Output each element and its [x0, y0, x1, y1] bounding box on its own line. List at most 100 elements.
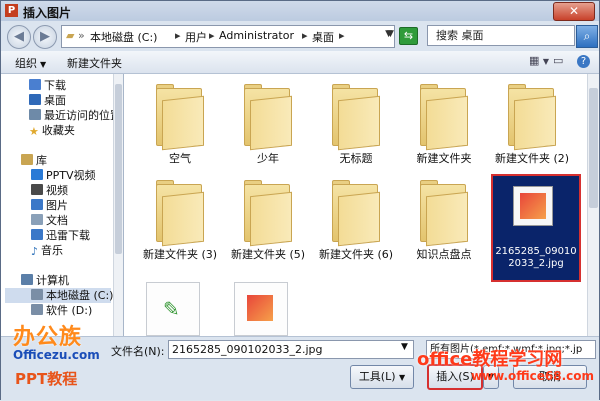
refresh-button[interactable]: ⇆ — [399, 27, 418, 45]
title-bar: P 插入图片 ✕ — [1, 1, 599, 21]
tools-button[interactable]: 工具(L) ▼ — [350, 365, 414, 389]
file-list-scrollbar[interactable] — [587, 74, 599, 336]
forward-arrow-icon: ▶ — [40, 29, 50, 44]
tools-label: 工具(L) — [358, 370, 396, 383]
office68-watermark-url: www.office68.com — [471, 369, 595, 383]
sidebar-item-downloads[interactable]: 下载 — [29, 78, 66, 93]
close-button[interactable]: ✕ — [553, 2, 595, 21]
folder-item[interactable]: 少年 — [232, 80, 304, 166]
sidebar-item-label: 下载 — [44, 79, 66, 92]
search-icon: ⌕ — [583, 29, 591, 43]
insert-picture-dialog: P 插入图片 ✕ ◀ ▶ ▰ » 本地磁盘 (C:) ▸ 用户 ▸ Admini… — [0, 0, 600, 400]
sidebar-item-label: 库 — [36, 154, 47, 167]
history-dropdown-icon[interactable]: ▼ — [387, 29, 394, 39]
sidebar-item-libraries[interactable]: 库 — [21, 153, 47, 168]
folder-icon-front — [338, 191, 380, 247]
watermark-url: Officezu.com — [13, 348, 100, 362]
back-button[interactable]: ◀ — [7, 25, 31, 49]
sidebar-scroll-thumb[interactable] — [115, 84, 122, 254]
pictures-icon — [31, 199, 43, 210]
thunder-download-icon — [31, 229, 43, 240]
file-item[interactable]: ✎ — [146, 282, 200, 336]
favorites-star-icon: ★ — [29, 125, 39, 138]
folder-item[interactable]: 新建文件夹 — [408, 80, 480, 166]
sidebar-item-label: 收藏夹 — [41, 124, 75, 137]
sidebar-item-label: 视频 — [46, 184, 68, 197]
navigation-row: ◀ ▶ ▰ » 本地磁盘 (C:) ▸ 用户 ▸ Administrator ▸… — [1, 21, 599, 51]
breadcrumb-separator-icon[interactable]: ▸ — [339, 29, 345, 42]
sidebar-item-label: 软件 (D:) — [46, 304, 93, 317]
view-options-button[interactable]: ▦ ▼ — [529, 54, 549, 67]
sidebar-item-thunder-downloads[interactable]: 迅雷下载 — [31, 228, 90, 243]
powerpoint-app-icon: P — [5, 4, 18, 17]
folder-item[interactable]: 空气 — [144, 80, 216, 166]
breadcrumb-separator-icon[interactable]: ▸ — [302, 29, 308, 42]
breadcrumb-desktop[interactable]: 桌面 — [312, 29, 334, 45]
disk-icon — [31, 304, 43, 315]
download-folder-icon — [29, 79, 41, 90]
folder-item[interactable]: 新建文件夹 (2) — [495, 80, 569, 166]
breadcrumb-chevron-icon[interactable]: » — [78, 29, 85, 42]
pptv-icon — [31, 169, 43, 180]
breadcrumb-disk[interactable]: 本地磁盘 (C:) — [90, 29, 157, 45]
folder-item[interactable]: 新建文件夹 (6) — [319, 176, 393, 262]
sidebar-item-pictures[interactable]: 图片 — [31, 198, 68, 213]
sidebar-item-label: 迅雷下载 — [46, 229, 90, 242]
new-folder-button[interactable]: 新建文件夹 — [67, 55, 122, 71]
forward-button[interactable]: ▶ — [33, 25, 57, 49]
folder-icon-front — [426, 95, 468, 151]
sidebar-item-pptv[interactable]: PPTV视频 — [31, 168, 96, 183]
sidebar-item-label: 图片 — [46, 199, 68, 212]
video-icon — [31, 184, 43, 195]
file-item[interactable] — [234, 282, 288, 336]
image-file-icon — [247, 295, 273, 321]
sidebar-item-documents[interactable]: 文档 — [31, 213, 68, 228]
sidebar-item-software-d[interactable]: 软件 (D:) — [31, 303, 92, 318]
folder-icon-front — [250, 95, 292, 151]
sidebar-item-videos[interactable]: 视频 — [31, 183, 68, 198]
folder-label: 无标题 — [339, 152, 373, 165]
sidebar-item-favorites[interactable]: ★ 收藏夹 — [29, 123, 75, 138]
watermark-ppt: PPT教程 — [15, 370, 78, 388]
filename-label: 文件名(N): — [111, 345, 165, 358]
organize-button[interactable]: 组织 ▼ — [15, 55, 46, 71]
filename-input[interactable]: 2165285_090102033_2.jpg — [168, 340, 414, 359]
sidebar-item-local-disk-c[interactable]: 本地磁盘 (C:) — [5, 288, 114, 303]
breadcrumb-users[interactable]: 用户 — [185, 29, 207, 45]
sidebar-item-recent[interactable]: 最近访问的位置 — [29, 108, 121, 123]
sidebar-item-computer[interactable]: 计算机 — [21, 273, 69, 288]
sidebar-item-music[interactable]: ♪ 音乐 — [31, 243, 63, 258]
computer-icon — [21, 274, 33, 285]
selected-image-file[interactable]: 2165285_090102033_2.jpg — [491, 174, 581, 282]
preview-pane-button[interactable]: ▭ — [553, 54, 563, 67]
sidebar-item-label: 计算机 — [36, 274, 69, 287]
close-icon: ✕ — [568, 4, 580, 18]
filename-dropdown-icon[interactable]: ▼ — [401, 342, 408, 352]
desktop-icon — [29, 94, 41, 105]
sidebar-item-label: PPTV视频 — [46, 169, 96, 182]
navigation-pane: 下载 桌面 最近访问的位置 ★ 收藏夹 库 PPTV视频 视频 图片 文档 迅雷下… — [1, 74, 124, 336]
sidebar-scrollbar[interactable] — [113, 74, 123, 336]
sidebar-item-desktop[interactable]: 桌面 — [29, 93, 66, 108]
back-arrow-icon: ◀ — [14, 29, 24, 44]
search-input[interactable]: 搜索 桌面 — [427, 25, 575, 46]
search-button[interactable]: ⌕ — [576, 25, 598, 48]
folder-label: 新建文件夹 (2) — [494, 152, 570, 165]
help-button[interactable]: ? — [577, 54, 590, 68]
folder-item[interactable]: 新建文件夹 (5) — [231, 176, 305, 262]
address-bar[interactable]: ▰ » 本地磁盘 (C:) ▸ 用户 ▸ Administrator ▸ 桌面 … — [61, 25, 395, 48]
help-icon: ? — [577, 55, 590, 68]
breadcrumb-separator-icon[interactable]: ▸ — [175, 29, 181, 42]
sidebar-item-label: 最近访问的位置 — [44, 109, 121, 122]
folder-item[interactable]: 新建文件夹 (3) — [143, 176, 217, 262]
file-list-scroll-thumb[interactable] — [589, 88, 598, 208]
window-title: 插入图片 — [23, 6, 72, 20]
chevron-down-icon: ▼ — [40, 60, 47, 69]
breadcrumb-separator-icon[interactable]: ▸ — [209, 29, 215, 42]
refresh-icon: ⇆ — [403, 29, 414, 42]
breadcrumb-administrator[interactable]: Administrator — [219, 29, 294, 42]
folder-item[interactable]: 无标题 — [320, 80, 392, 166]
sidebar-item-label: 本地磁盘 (C:) — [46, 289, 114, 302]
folder-item[interactable]: 知识点盘点 — [408, 176, 480, 262]
watermark-logo: 办公族 — [13, 325, 83, 350]
